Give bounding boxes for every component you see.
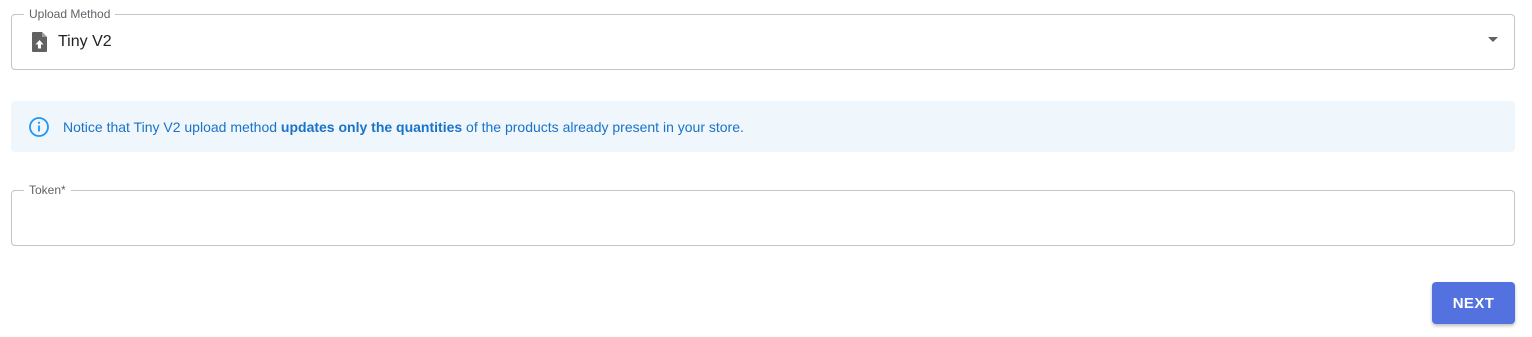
notice-text-after: of the products already present in your … (462, 118, 744, 135)
next-button[interactable]: NEXT (1432, 282, 1515, 324)
chevron-down-icon[interactable] (1488, 37, 1498, 42)
notice-text: Notice that Tiny V2 upload method update… (63, 119, 744, 135)
notice-text-before: Notice that Tiny V2 upload method (63, 118, 281, 135)
upload-settings-form: Upload Method Tiny V2 Notice that Tiny V… (0, 0, 1532, 337)
upload-method-select[interactable]: Upload Method Tiny V2 (11, 7, 1515, 70)
file-upload-icon (31, 31, 49, 53)
info-icon (28, 116, 50, 138)
token-field: Token* (11, 183, 1515, 247)
info-notice: Notice that Tiny V2 upload method update… (11, 101, 1515, 152)
notice-text-bold: updates only the quantities (280, 118, 463, 135)
token-input[interactable] (26, 191, 1500, 247)
upload-method-value-container: Tiny V2 (31, 15, 112, 69)
upload-method-selected-value: Tiny V2 (58, 33, 112, 50)
